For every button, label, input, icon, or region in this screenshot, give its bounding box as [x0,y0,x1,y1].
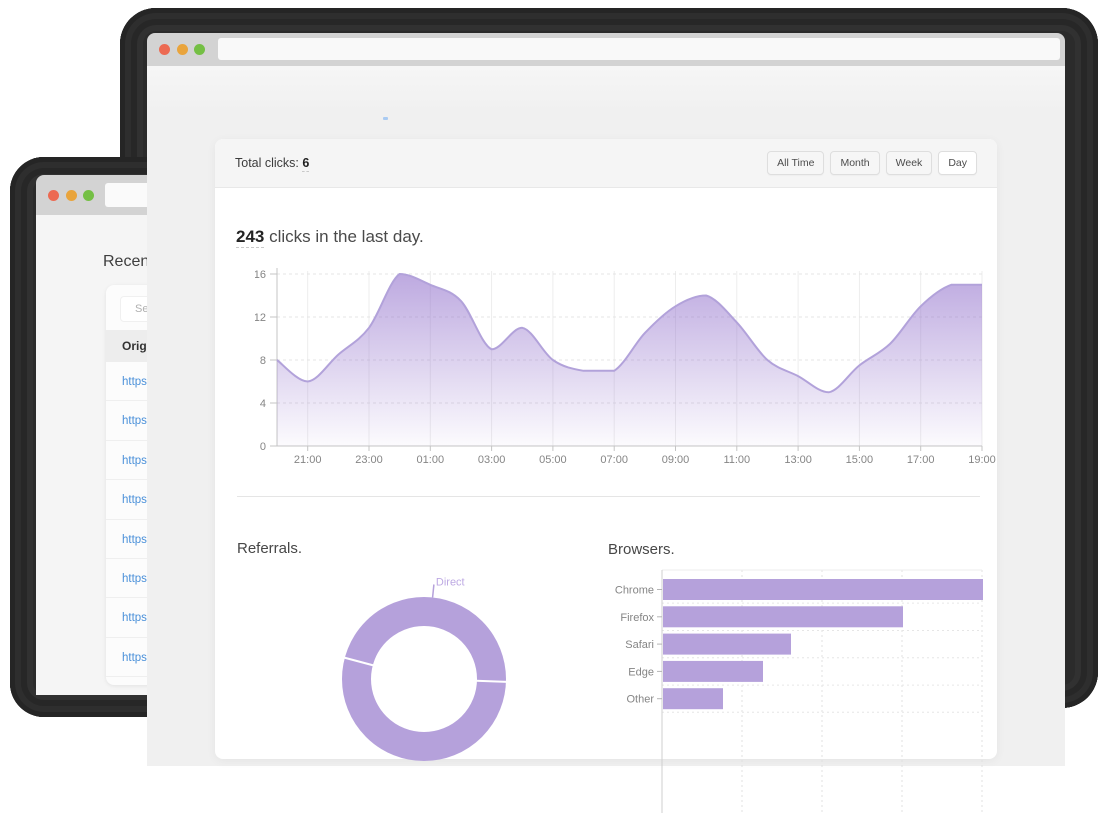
svg-text:11:00: 11:00 [723,454,750,466]
svg-text:0: 0 [260,441,266,453]
dashboard-page: Total clicks: 6 All Time Month Week Day … [147,66,1065,766]
close-window-button[interactable] [159,44,170,55]
clicks-count: 243 [236,227,264,248]
total-clicks-label: Total clicks: 6 [235,156,309,170]
svg-text:Firefox: Firefox [620,612,654,624]
range-button-day[interactable]: Day [938,151,977,175]
clicks-area-chart: 21:00 23:00 01:00 03:00 05:00 07:00 09:00 11:00… [255,263,1000,468]
svg-text:07:00: 07:00 [600,454,628,466]
range-button-month[interactable]: Month [830,151,879,175]
total-clicks-value: 6 [302,156,309,172]
section-divider [237,496,980,497]
minimize-window-button[interactable] [177,44,188,55]
svg-text:23:00: 23:00 [355,454,383,466]
range-button-all-time[interactable]: All Time [767,151,824,175]
front-window-titlebar [147,33,1065,66]
browsers-section-title: Browsers. [608,541,675,558]
date-range-switcher: All Time Month Week Day [767,151,977,175]
browsers-bar-chart: Chrome Firefox Safari Edge Other [610,563,990,818]
maximize-window-button[interactable] [83,190,94,201]
svg-text:19:00: 19:00 [968,454,996,466]
svg-text:13:00: 13:00 [784,454,812,466]
svg-text:21:00: 21:00 [294,454,322,466]
minimize-window-button[interactable] [66,190,77,201]
front-window: Total clicks: 6 All Time Month Week Day … [147,33,1065,693]
range-button-week[interactable]: Week [886,151,933,175]
svg-text:03:00: 03:00 [478,454,506,466]
traffic-lights [48,190,94,201]
referrals-section-title: Referrals. [237,540,302,557]
svg-text:Other: Other [626,694,654,706]
maximize-window-button[interactable] [194,44,205,55]
clicks-headline-text: clicks in the last day. [264,227,423,246]
svg-text:Safari: Safari [625,639,654,651]
referrals-donut-chart: Direct [310,568,550,818]
svg-text:12: 12 [255,312,266,324]
close-window-button[interactable] [48,190,59,201]
total-clicks-text: Total clicks: [235,156,299,170]
svg-text:Direct: Direct [436,577,465,589]
svg-text:Edge: Edge [628,666,654,678]
svg-text:4: 4 [260,398,266,410]
svg-text:15:00: 15:00 [846,454,874,466]
svg-text:16: 16 [255,269,266,281]
svg-text:17:00: 17:00 [907,454,935,466]
svg-text:09:00: 09:00 [662,454,690,466]
svg-text:Chrome: Chrome [615,585,654,597]
analytics-card-header: Total clicks: 6 All Time Month Week Day [215,139,997,188]
svg-text:01:00: 01:00 [417,454,445,466]
traffic-lights [159,44,205,55]
svg-text:05:00: 05:00 [539,454,567,466]
address-bar[interactable] [218,38,1060,60]
analytics-card: Total clicks: 6 All Time Month Week Day … [215,139,997,759]
loading-indicator [383,117,388,120]
svg-text:8: 8 [260,355,266,367]
clicks-headline: 243 clicks in the last day. [236,227,424,247]
